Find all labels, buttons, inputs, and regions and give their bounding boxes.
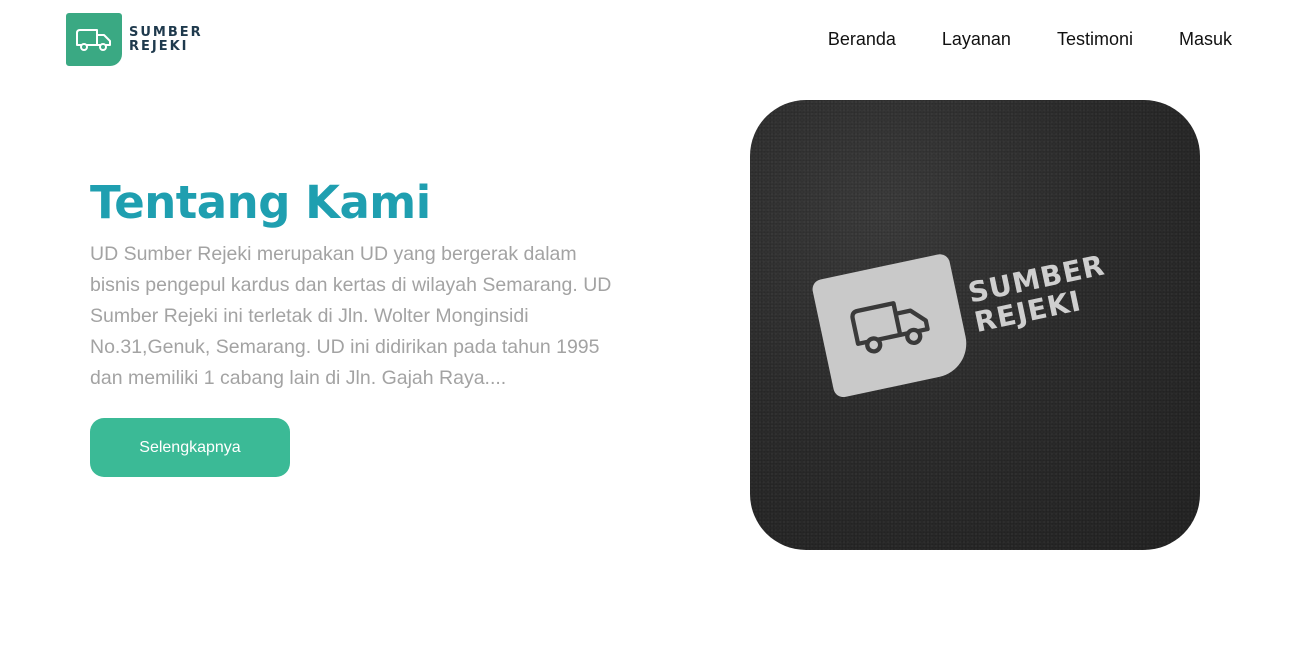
about-description: UD Sumber Rejeki merupakan UD yang berge… <box>90 243 612 389</box>
logo-text: SUMBER REJEKI <box>129 24 203 54</box>
truck-icon <box>850 301 930 354</box>
logo-line2: REJEKI <box>129 38 189 54</box>
about-title: Tentang Kami <box>90 176 431 229</box>
brand-logo[interactable]: SUMBER REJEKI <box>66 13 203 66</box>
about-image: SUMBER REJEKI <box>750 100 1200 550</box>
about-section: Tentang Kami UD Sumber Rejeki merupakan … <box>90 176 620 394</box>
nav-beranda[interactable]: Beranda <box>828 29 896 50</box>
nav-layanan[interactable]: Layanan <box>942 29 1011 50</box>
logo-badge <box>66 13 122 66</box>
nav-masuk[interactable]: Masuk <box>1179 29 1232 50</box>
logo-line1: SUMBER <box>129 24 203 40</box>
embossed-text: SUMBER REJEKI <box>965 248 1114 338</box>
navbar: SUMBER REJEKI Beranda Layanan Testimoni … <box>0 0 1289 80</box>
nav-testimoni[interactable]: Testimoni <box>1057 29 1133 50</box>
main-nav: Beranda Layanan Testimoni Masuk <box>828 29 1232 50</box>
read-more-button[interactable]: Selengkapnya <box>90 418 290 477</box>
truck-icon <box>76 28 111 51</box>
next-section-heading-peek <box>540 648 760 657</box>
